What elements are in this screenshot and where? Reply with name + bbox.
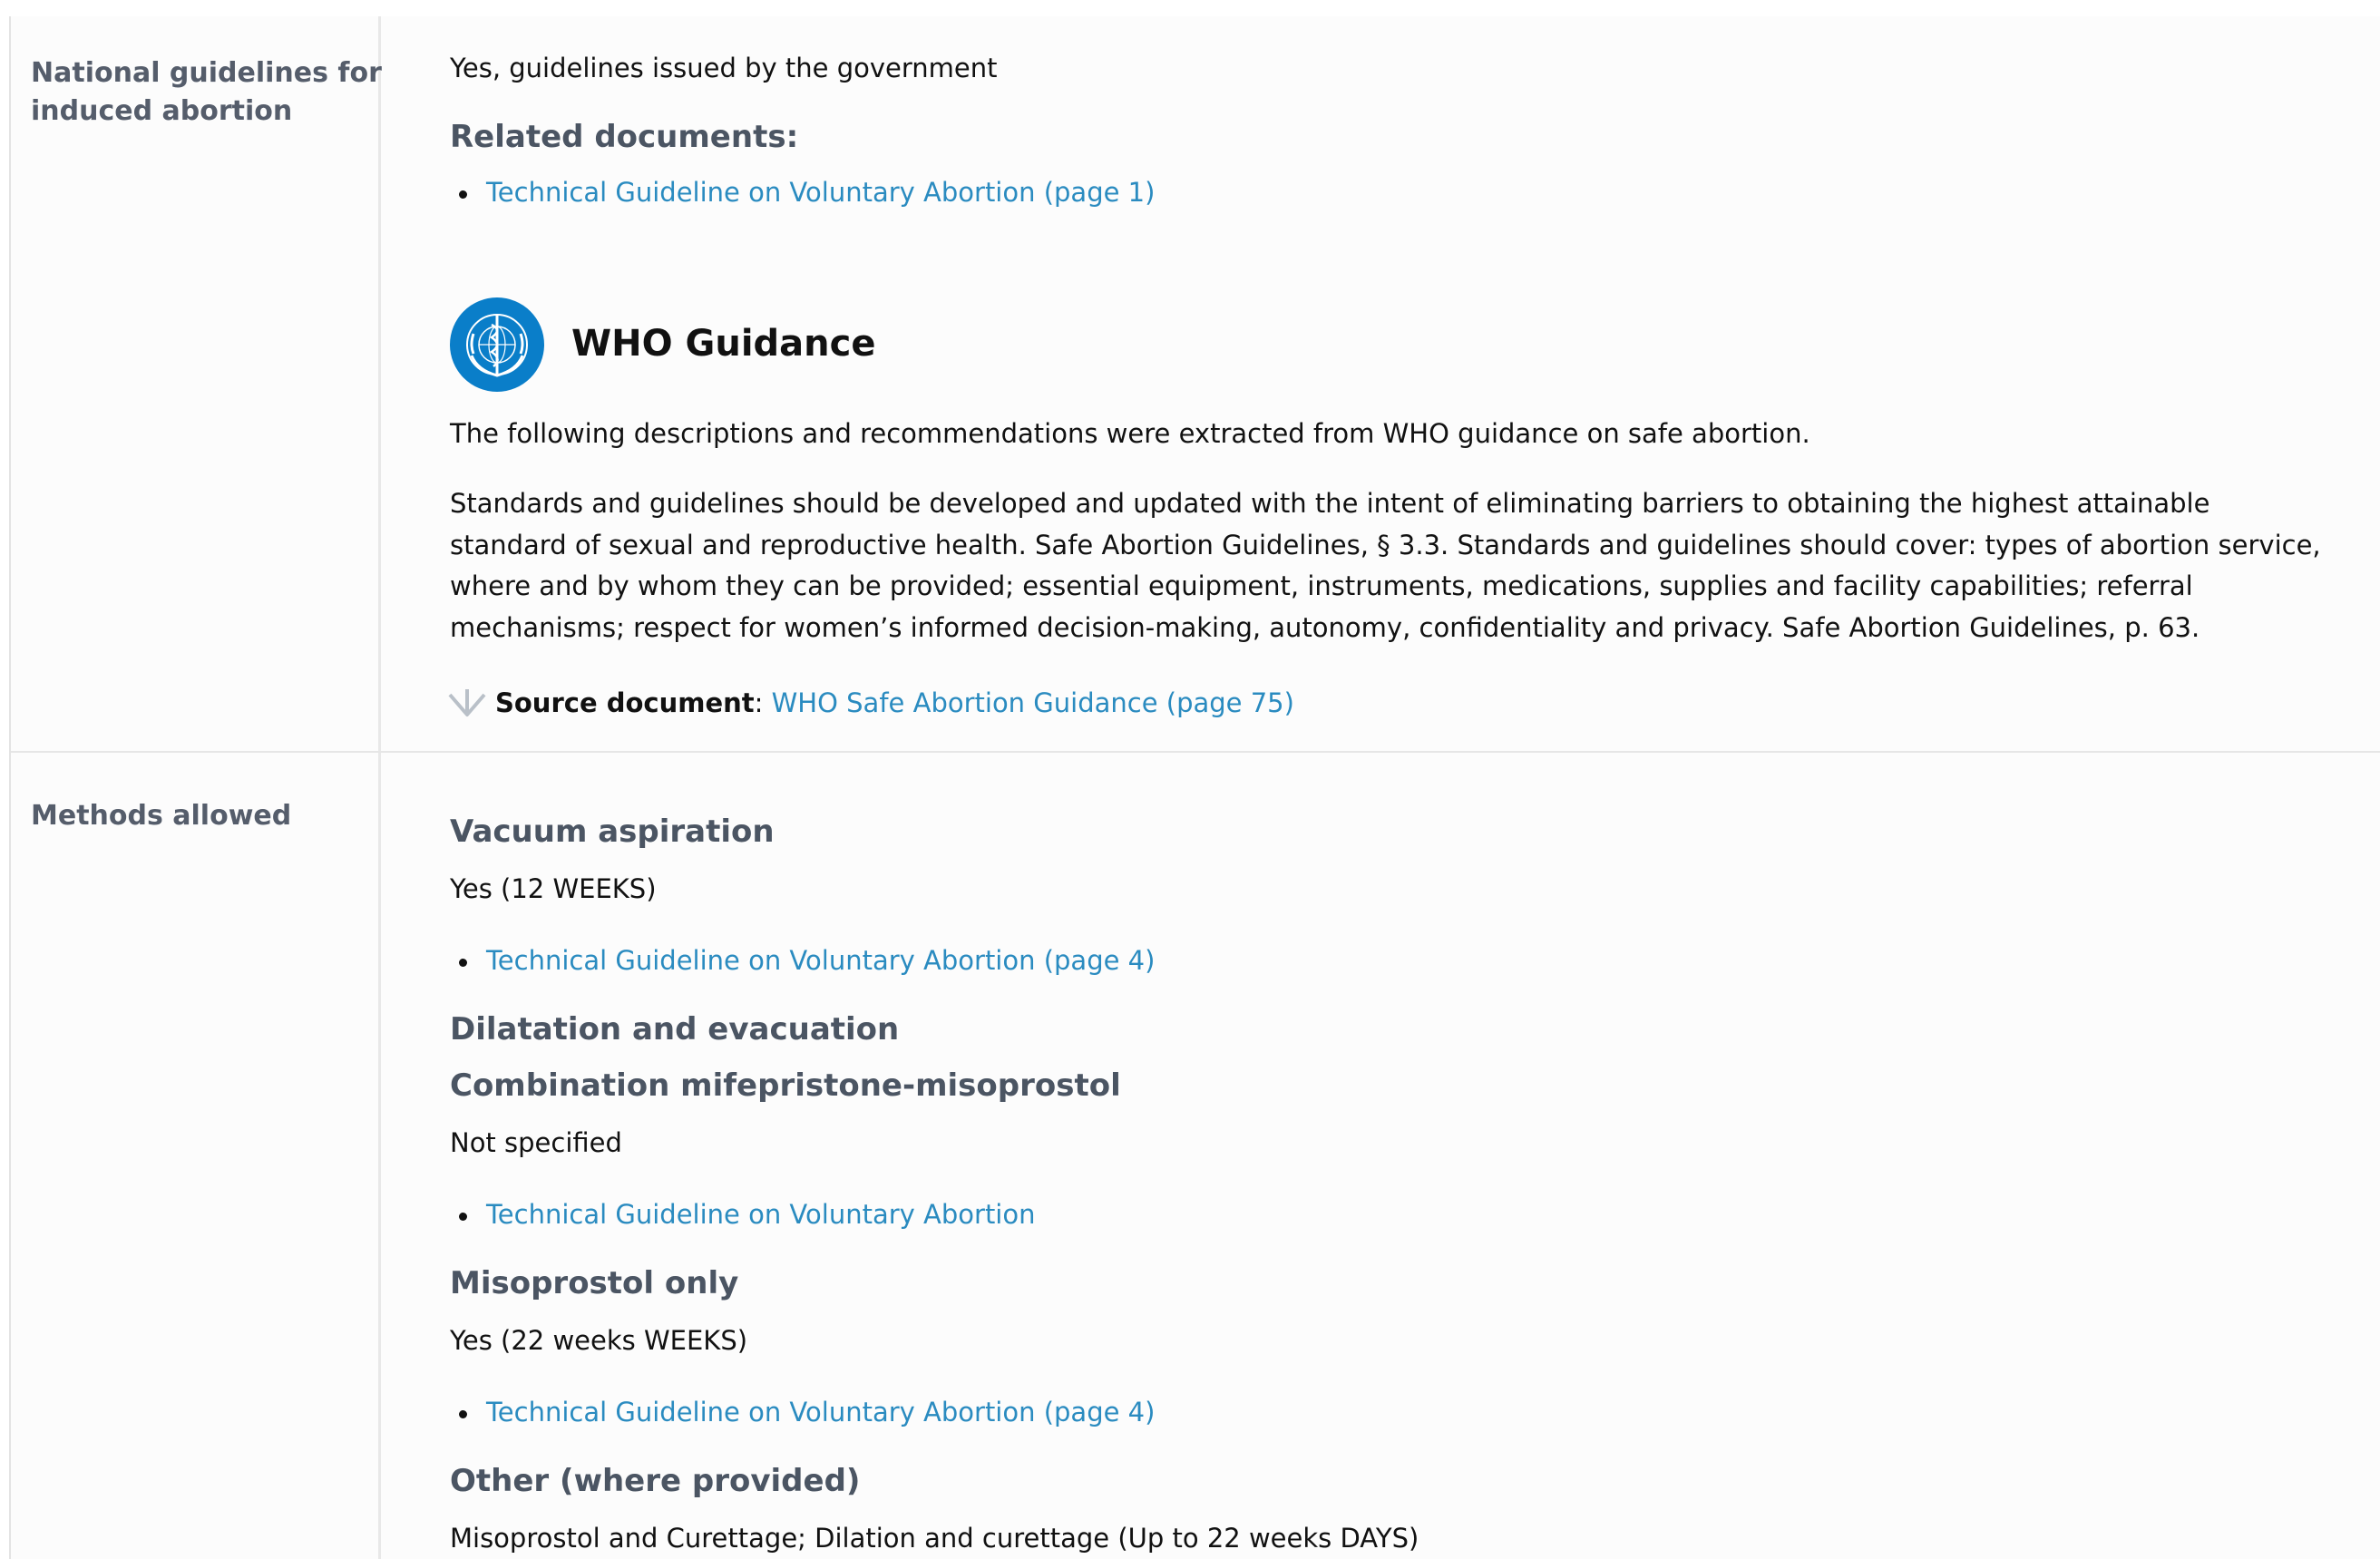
method-value: Yes (22 weeks WEEKS) (450, 1325, 748, 1356)
method-document-link[interactable]: Technical Guideline on Voluntary Abortio… (486, 940, 1155, 981)
method-heading: Vacuum aspiration (450, 814, 775, 850)
method-heading: Combination mifepristone-misoprostol (450, 1067, 1121, 1104)
row-content-methods-allowed: Vacuum aspiration Yes (12 WEEKS) Technic… (381, 753, 2380, 1559)
row-national-guidelines: National guidelines for induced abortion… (11, 16, 2380, 753)
who-guidance-intro: The following descriptions and recommend… (450, 418, 1810, 449)
row-label-national-guidelines: National guidelines for induced abortion (31, 57, 382, 127)
source-document-separator: : (754, 687, 764, 718)
who-guidance-title: WHO Guidance (571, 323, 876, 365)
source-document-label: Source document (495, 687, 755, 718)
method-value: Not specified (450, 1127, 622, 1158)
list-bullet (459, 190, 467, 199)
who-guidance-body: Standards and guidelines should be devel… (450, 488, 2321, 643)
row-content-national-guidelines: Yes, guidelines issued by the government… (381, 16, 2380, 751)
guidelines-answer: Yes, guidelines issued by the government (450, 53, 998, 83)
source-document-line: Source document: WHO Safe Abortion Guida… (495, 682, 1294, 724)
row-label-cell: National guidelines for induced abortion (11, 16, 382, 751)
list-bullet (459, 959, 467, 967)
source-document-link[interactable]: WHO Safe Abortion Guidance (page 75) (772, 687, 1294, 718)
method-value: Yes (12 WEEKS) (450, 873, 657, 904)
method-document-link[interactable]: Technical Guideline on Voluntary Abortio… (486, 1194, 1036, 1235)
method-heading: Misoprostol only (450, 1265, 739, 1301)
method-value: Misoprostol and Curettage; Dilation and … (450, 1523, 1419, 1554)
row-methods-allowed: Methods allowed Vacuum aspiration Yes (1… (11, 753, 2380, 1559)
arrow-down-icon (448, 687, 486, 722)
row-label-methods-allowed: Methods allowed (31, 800, 292, 832)
who-emblem-icon (450, 297, 544, 392)
list-bullet (459, 1410, 467, 1418)
related-document-link[interactable]: Technical Guideline on Voluntary Abortio… (486, 171, 1155, 213)
list-bullet (459, 1213, 467, 1221)
method-heading: Dilatation and evacuation (450, 1011, 900, 1047)
related-documents-heading: Related documents: (450, 119, 799, 155)
row-label-cell: Methods allowed (11, 753, 381, 1559)
method-document-link[interactable]: Technical Guideline on Voluntary Abortio… (486, 1391, 1155, 1433)
country-profile-table: National guidelines for induced abortion… (9, 16, 2380, 1559)
method-heading: Other (where provided) (450, 1463, 861, 1499)
